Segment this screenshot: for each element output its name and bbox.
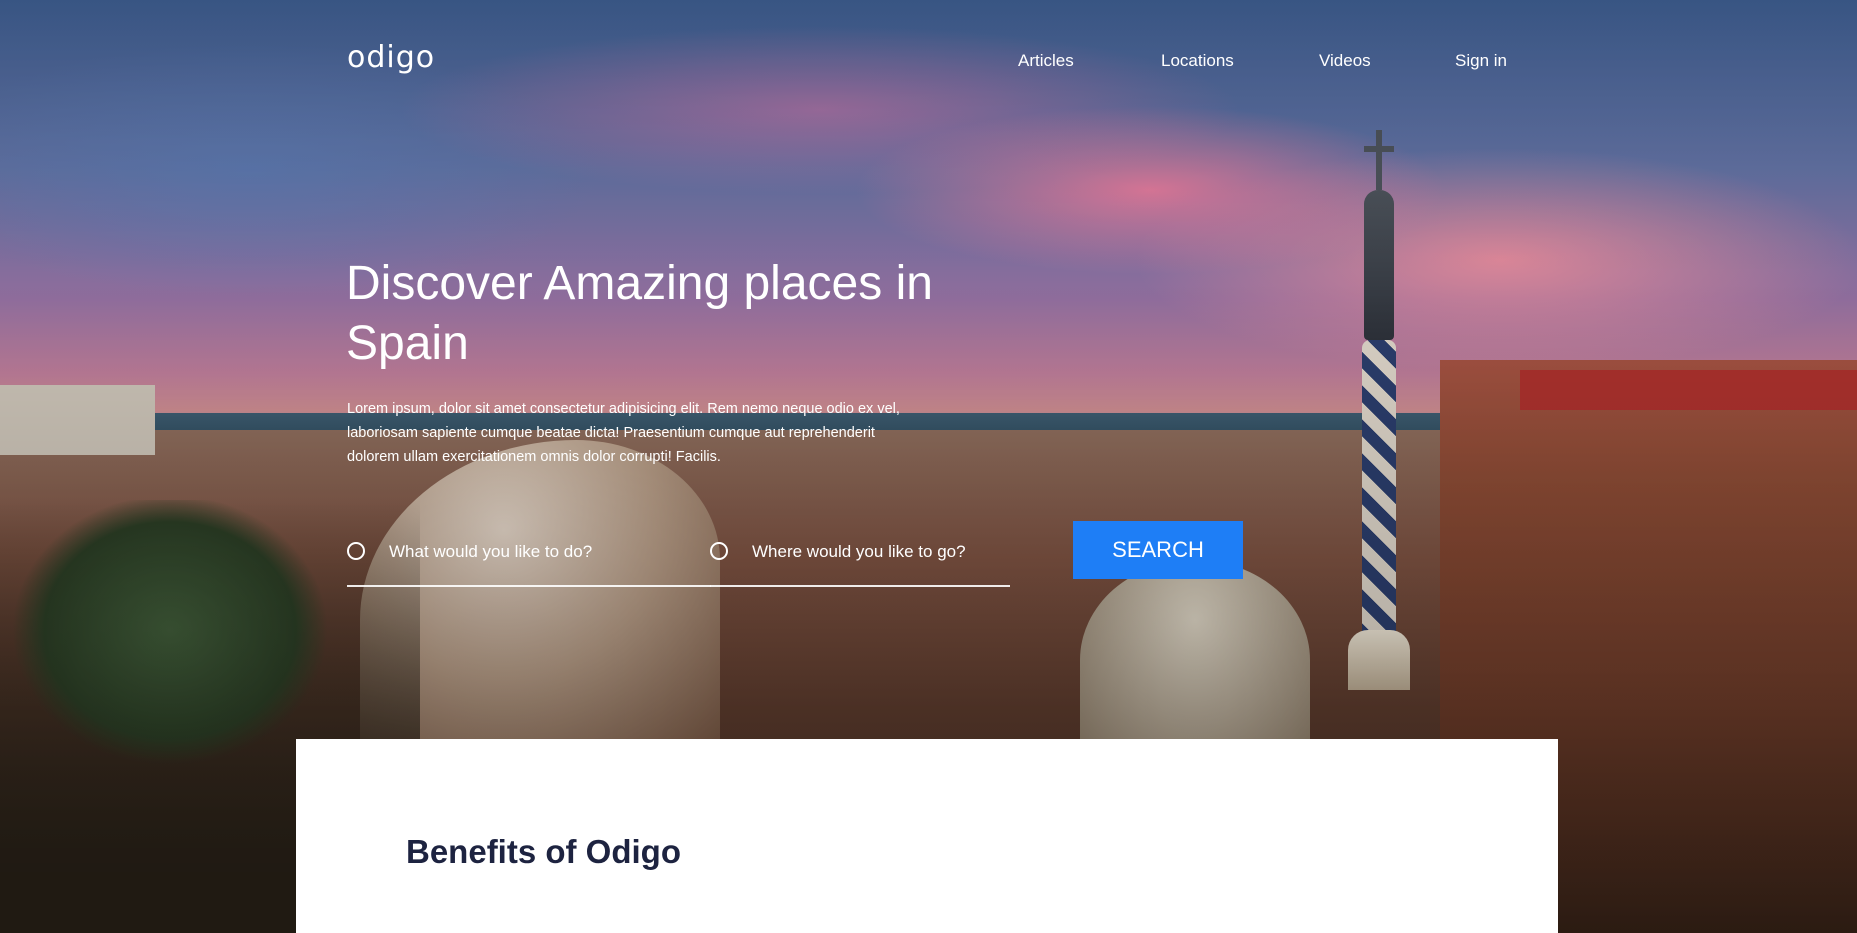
benefits-card: Benefits of Odigo: [296, 739, 1558, 933]
hero-headline: Discover Amazing places in Spain: [346, 257, 933, 370]
what-radio-icon[interactable]: [347, 542, 365, 560]
nav-locations[interactable]: Locations: [1161, 51, 1234, 71]
main-nav: Articles Locations Videos Sign in: [0, 51, 1857, 75]
benefits-title: Benefits of Odigo: [406, 833, 681, 870]
what-search-field[interactable]: What would you like to do?: [347, 537, 711, 587]
nav-videos[interactable]: Videos: [1319, 51, 1371, 71]
where-field-placeholder: Where would you like to go?: [752, 542, 966, 561]
where-radio-icon[interactable]: [710, 542, 728, 560]
nav-articles[interactable]: Articles: [1018, 51, 1074, 71]
where-search-field[interactable]: Where would you like to go?: [710, 537, 1010, 587]
what-field-placeholder: What would you like to do?: [389, 542, 593, 561]
hero-description: Lorem ipsum, dolor sit amet consectetur …: [347, 401, 900, 465]
search-button[interactable]: SEARCH: [1073, 521, 1243, 579]
nav-sign-in[interactable]: Sign in: [1455, 51, 1507, 71]
